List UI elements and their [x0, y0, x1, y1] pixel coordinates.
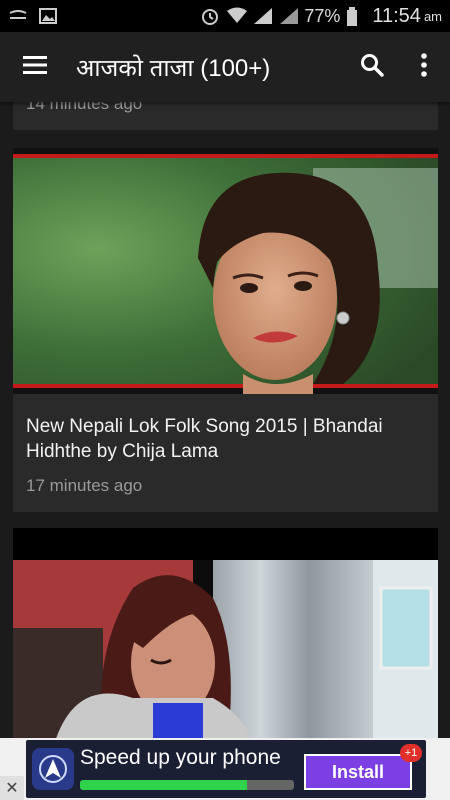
image-icon — [38, 7, 58, 25]
battery-icon — [346, 7, 366, 26]
signal-2-icon — [278, 7, 299, 25]
ad-banner[interactable]: Speed up your phone Install +1 — [0, 738, 450, 800]
more-vert-icon — [420, 52, 428, 82]
wifi-icon — [226, 7, 248, 25]
video-thumbnail[interactable] — [13, 528, 438, 738]
status-bar: 77% 11:54 am — [0, 0, 450, 32]
video-card[interactable] — [13, 528, 438, 738]
search-button[interactable] — [346, 32, 398, 102]
ad-headline: Speed up your phone — [80, 746, 281, 769]
app-bar: आजको ताजा (100+) — [0, 32, 450, 102]
clock-time: 11:54 — [372, 4, 421, 27]
clock-ampm: am — [423, 8, 442, 24]
search-icon — [360, 53, 384, 82]
video-thumbnail[interactable] — [13, 148, 438, 394]
install-button[interactable]: Install — [304, 754, 412, 790]
notification-badge: +1 — [400, 744, 422, 762]
alarm-icon — [200, 7, 220, 25]
video-timestamp: 17 minutes ago — [26, 476, 143, 495]
video-timestamp: 14 minutes ago — [26, 102, 143, 113]
ad-close-button[interactable]: ✕ — [0, 776, 24, 800]
ad-progress-bar — [80, 780, 294, 790]
video-feed[interactable]: 14 minutes ago New Nepali Lok Folk Song … — [0, 102, 450, 738]
page-title: आजको ताजा (100+) — [76, 54, 271, 82]
ad-progress-fill — [80, 780, 247, 790]
battery-percent: 77% — [304, 5, 341, 26]
video-card[interactable]: New Nepali Lok Folk Song 2015 | Bhandai … — [13, 148, 438, 512]
ad-app-logo-icon — [32, 748, 74, 790]
video-card[interactable]: 14 minutes ago — [13, 102, 438, 130]
menu-button[interactable] — [0, 32, 70, 102]
ad-content[interactable]: Speed up your phone Install +1 — [26, 740, 426, 798]
video-title[interactable]: New Nepali Lok Folk Song 2015 | Bhandai … — [26, 414, 426, 464]
menu-icon — [23, 55, 47, 80]
notification-icon — [8, 7, 28, 25]
signal-icon — [252, 7, 273, 25]
more-options-button[interactable] — [398, 32, 450, 102]
